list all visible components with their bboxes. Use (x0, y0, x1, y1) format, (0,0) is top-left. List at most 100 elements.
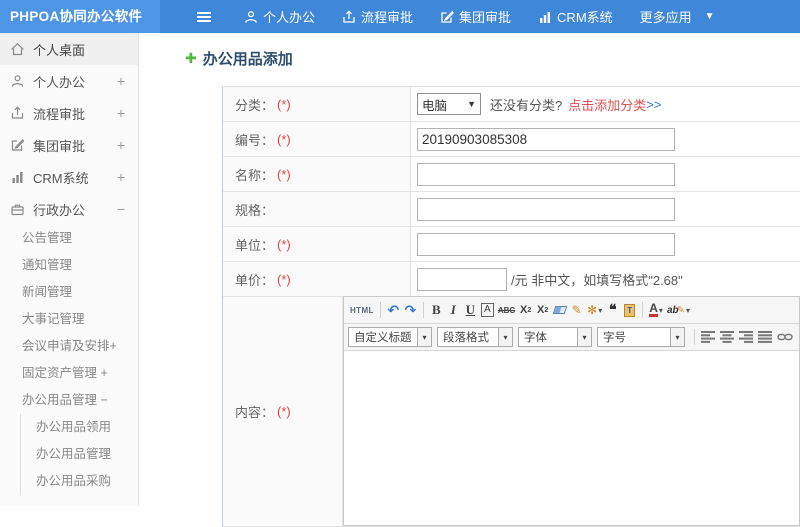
form-row-spec: 规格： (223, 192, 800, 227)
expand-icon[interactable]: + (117, 73, 125, 89)
menu-toggle-icon[interactable] (196, 10, 217, 24)
link-icon[interactable] (775, 327, 795, 348)
sidebar-item-notice-mgmt[interactable]: 通知管理 (0, 252, 138, 279)
sidebar-item-events-mgmt[interactable]: 大事记管理 (0, 306, 138, 333)
font-style-button[interactable]: A (480, 303, 494, 317)
bar-chart-icon (540, 11, 551, 23)
sidebar: 个人桌面 个人办公 + 流程审批 + 集团审批 + CRM系统 + 行政办公 − (0, 33, 139, 506)
eraser-icon[interactable] (551, 300, 568, 321)
nav-item-crm[interactable]: CRM系统 (538, 7, 613, 26)
no-category-hint: 还没有分类? (490, 97, 563, 113)
code-label: 编号： (235, 132, 275, 148)
select-caret-icon: ▾ (577, 328, 591, 346)
sidebar-item-announcement-mgmt[interactable]: 公告管理 (0, 225, 138, 252)
superscript-button[interactable]: X2 (517, 300, 534, 321)
form-row-unit: 单位： (*) (223, 227, 800, 262)
sidebar-item-supplies-purchase[interactable]: 办公用品采购 (21, 468, 138, 495)
required-mark: (*) (277, 404, 291, 419)
sidebar-item-assets-mgmt[interactable]: 固定资产管理 + (0, 360, 138, 387)
sidebar-item-meeting-mgmt[interactable]: 会议申请及安排+ (0, 333, 138, 360)
clean-format-brush-icon[interactable]: ✎ (568, 300, 585, 321)
paste-icon[interactable]: T (621, 300, 638, 321)
code-input[interactable] (417, 127, 675, 151)
highlight-color-button[interactable]: ab ✎ ▾ (665, 300, 692, 321)
form-row-price: 单价： (*) /元 非中文，如填写格式"2.68" (223, 262, 800, 297)
align-left-icon[interactable] (699, 327, 718, 348)
align-center-icon[interactable] (718, 327, 737, 348)
form-row-content: 内容： (*) HTML ↶ ↷ B I U A ABC X2 X 2 ✎ ✻ … (223, 296, 800, 527)
name-label: 名称： (235, 167, 275, 183)
user-icon (245, 10, 257, 23)
editor-content-area[interactable] (344, 351, 799, 525)
underline-button[interactable]: U (462, 300, 479, 321)
unit-input[interactable] (417, 232, 675, 256)
nav-item-more-apps[interactable]: 更多应用 (640, 7, 692, 26)
sidebar-item-admin-office[interactable]: 行政办公 − (0, 193, 138, 225)
sidebar-item-supplies-manage[interactable]: 办公用品管理 (21, 441, 138, 468)
sidebar-item-personal-office[interactable]: 个人办公 + (0, 65, 138, 97)
custom-title-select[interactable]: 自定义标题 ▾ (348, 327, 432, 347)
spec-input[interactable] (417, 197, 675, 221)
paragraph-format-select[interactable]: 段落格式 ▾ (437, 327, 513, 347)
sidebar-item-supplies-claim[interactable]: 办公用品领用 (21, 414, 138, 441)
sidebar-item-crm[interactable]: CRM系统 + (0, 161, 138, 193)
required-mark: (*) (277, 271, 291, 287)
form-row-category: 分类： (*) 电脑 ▼ 还没有分类? 点击添加分类 >> (223, 87, 800, 122)
undo-icon[interactable]: ↶ (385, 300, 402, 321)
add-category-link-arrows[interactable]: >> (646, 97, 661, 112)
font-family-select[interactable]: 字体 ▾ (518, 327, 592, 347)
italic-button[interactable]: I (445, 300, 462, 321)
select-caret-icon: ▾ (670, 328, 684, 346)
top-nav: 个人办公 流程审批 集团审批 CRM系统 更多应用 ▼ (160, 0, 800, 33)
align-justify-icon[interactable] (756, 327, 775, 348)
category-select[interactable]: 电脑 ▼ (417, 93, 481, 115)
redo-icon[interactable]: ↷ (402, 300, 419, 321)
strikethrough-button[interactable]: ABC (496, 300, 517, 321)
caret-down-icon[interactable]: ▼ (705, 11, 715, 22)
price-format-hint: /元 非中文，如填写格式"2.68" (511, 272, 683, 288)
bold-button[interactable]: B (428, 300, 445, 321)
html-source-button[interactable]: HTML (348, 300, 376, 321)
align-right-icon[interactable] (737, 327, 756, 348)
sidebar-supplies-group: 办公用品领用 办公用品管理 办公用品采购 (20, 414, 138, 495)
page-head: ✚ 办公用品添加 (185, 48, 800, 69)
sidebar-item-news-mgmt[interactable]: 新闻管理 (0, 279, 138, 306)
unit-label: 单位： (235, 237, 275, 253)
font-color-button[interactable]: A ▾ (647, 300, 665, 321)
price-label: 单价： (235, 272, 275, 288)
add-plus-icon: ✚ (185, 50, 197, 66)
blockquote-icon[interactable]: ❝ (604, 300, 621, 321)
home-icon (9, 42, 25, 56)
sidebar-item-supplies-mgmt[interactable]: 办公用品管理 − (0, 387, 138, 414)
font-size-select[interactable]: 字号 ▾ (597, 327, 685, 347)
required-mark: (*) (277, 166, 291, 182)
category-label: 分类： (235, 97, 275, 113)
sidebar-item-desktop[interactable]: 个人桌面 (0, 33, 138, 65)
expand-icon[interactable]: + (117, 169, 125, 185)
edit-square-icon (441, 10, 454, 23)
sidebar-item-workflow-approval[interactable]: 流程审批 + (0, 97, 138, 129)
select-caret-icon: ▾ (417, 328, 431, 346)
nav-item-personal-office[interactable]: 个人办公 (244, 7, 315, 26)
editor-toolbar-row2: 自定义标题 ▾ 段落格式 ▾ 字体 ▾ 字号 ▾ (344, 324, 799, 351)
nav-item-group-approval[interactable]: 集团审批 (440, 7, 511, 26)
required-mark: (*) (277, 96, 291, 112)
collapse-icon[interactable]: − (117, 201, 125, 217)
select-caret-icon: ▾ (498, 328, 512, 346)
name-input[interactable] (417, 162, 675, 186)
expand-icon[interactable]: + (117, 105, 125, 121)
price-input[interactable] (417, 267, 507, 291)
edit-square-icon (9, 138, 25, 152)
rich-text-editor: HTML ↶ ↷ B I U A ABC X2 X2 ✎ ✻ ▾ ❝ T A ▾… (343, 296, 800, 526)
page-title: 办公用品添加 (202, 51, 293, 68)
sidebar-item-group-approval[interactable]: 集团审批 + (0, 129, 138, 161)
bar-chart-icon (9, 170, 25, 184)
add-category-link[interactable]: 点击添加分类 (568, 95, 646, 114)
subscript-button[interactable]: X2 (534, 300, 551, 321)
required-mark: (*) (277, 131, 291, 147)
format-painter-icon[interactable]: ✻ ▾ (585, 300, 604, 321)
required-mark: (*) (277, 236, 291, 252)
nav-item-workflow-approval[interactable]: 流程审批 (342, 7, 413, 26)
expand-icon[interactable]: + (117, 137, 125, 153)
briefcase-icon (9, 202, 25, 216)
